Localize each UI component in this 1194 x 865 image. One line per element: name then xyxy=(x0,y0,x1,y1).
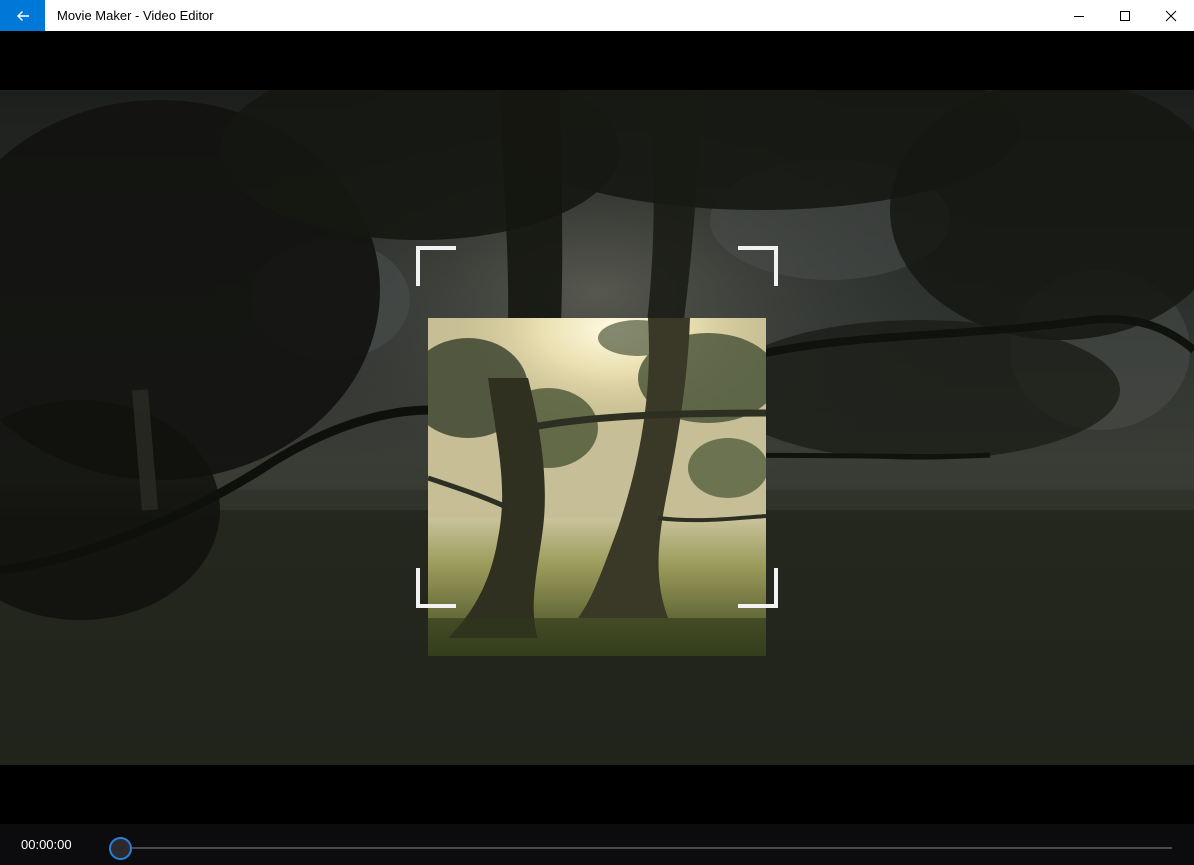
window-controls xyxy=(1056,0,1194,31)
close-icon xyxy=(1165,10,1177,21)
minimize-button[interactable] xyxy=(1056,0,1102,31)
current-time-label: 00:00:00 xyxy=(21,837,72,852)
crop-preview-image xyxy=(428,318,766,656)
crop-handle-top-right[interactable] xyxy=(738,246,778,286)
arrow-left-icon xyxy=(16,10,29,21)
minimize-icon xyxy=(1074,15,1084,17)
crop-handle-top-left[interactable] xyxy=(416,246,456,286)
playback-bar: 00:00:00 xyxy=(0,824,1194,865)
video-frame[interactable] xyxy=(0,90,1194,765)
crop-handle-bottom-left[interactable] xyxy=(416,568,456,608)
seek-bar-thumb[interactable] xyxy=(109,837,132,860)
close-button[interactable] xyxy=(1148,0,1194,31)
crop-handle-bottom-right[interactable] xyxy=(738,568,778,608)
video-preview-area xyxy=(0,31,1194,824)
title-bar: Movie Maker - Video Editor xyxy=(0,0,1194,31)
maximize-icon xyxy=(1120,10,1130,21)
maximize-button[interactable] xyxy=(1102,0,1148,31)
window-title: Movie Maker - Video Editor xyxy=(57,8,214,23)
back-button[interactable] xyxy=(0,0,45,31)
crop-selection-area[interactable] xyxy=(428,318,766,656)
seek-bar-track[interactable] xyxy=(120,847,1172,849)
